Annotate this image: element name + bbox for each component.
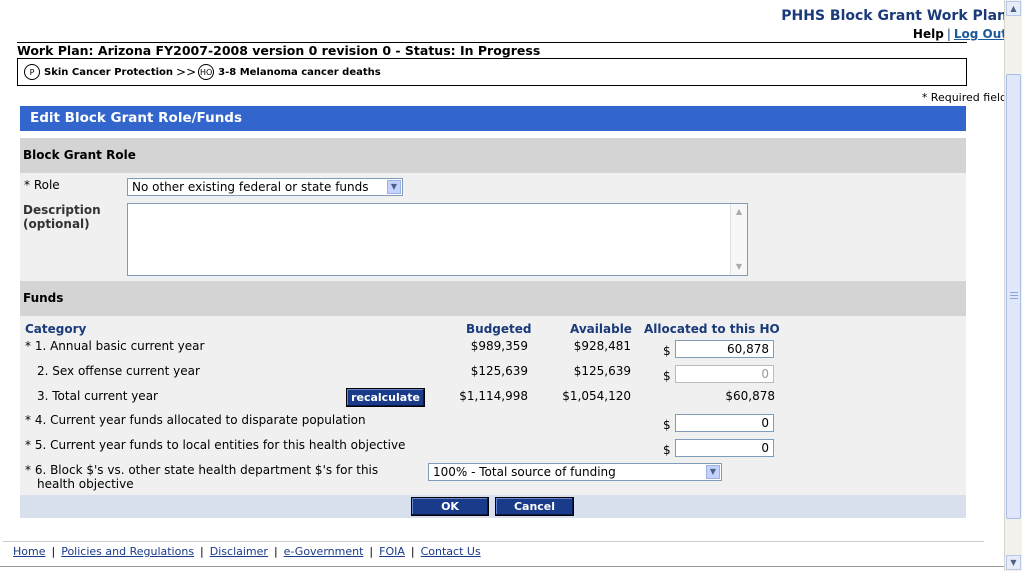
edit-form: Block Grant Role * Role No other existin… bbox=[20, 138, 966, 518]
footer-separator: | bbox=[410, 545, 415, 558]
role-select[interactable]: No other existing federal or state funds… bbox=[127, 178, 403, 196]
footer-separator: | bbox=[369, 545, 374, 558]
footer-link-policies[interactable]: Policies and Regulations bbox=[61, 545, 194, 558]
scroll-thumb[interactable] bbox=[1006, 74, 1021, 519]
cancel-button[interactable]: Cancel bbox=[495, 497, 574, 516]
row-6-label-line2: health objective bbox=[37, 477, 134, 491]
row-3-available: $1,054,120 bbox=[562, 389, 631, 403]
ok-button[interactable]: OK bbox=[411, 497, 489, 516]
workplan-title: Work Plan: Arizona FY2007-2008 version 0… bbox=[17, 42, 967, 59]
textarea-scrollbar[interactable]: ▲ ▼ bbox=[730, 204, 747, 275]
arrow-up-icon[interactable]: ▲ bbox=[733, 206, 745, 218]
row-5-label: * 5. Current year funds to local entitie… bbox=[25, 438, 406, 452]
block-grant-role-header: Block Grant Role bbox=[20, 138, 966, 173]
arrow-down-icon[interactable]: ▼ bbox=[1006, 555, 1021, 570]
footer-divider bbox=[3, 541, 984, 542]
app-title: PHHS Block Grant Work Plan bbox=[781, 8, 1007, 24]
row-1-currency: $ bbox=[663, 344, 671, 358]
breadcrumb-objective: 3-8 Melanoma cancer deaths bbox=[218, 66, 381, 78]
row-3-label: 3. Total current year bbox=[37, 389, 158, 403]
row-4-currency: $ bbox=[663, 418, 671, 432]
description-textarea[interactable]: ▲ ▼ bbox=[127, 203, 748, 276]
footer-link-home[interactable]: Home bbox=[13, 545, 45, 558]
row-3-budgeted: $1,114,998 bbox=[459, 389, 528, 403]
allocated-column-header: Allocated to this HO bbox=[644, 322, 780, 336]
row-4-label: * 4. Current year funds allocated to dis… bbox=[25, 413, 366, 427]
category-column-header: Category bbox=[25, 322, 87, 336]
row-6-label: * 6. Block $'s vs. other state health de… bbox=[25, 463, 379, 477]
funding-source-value: 100% - Total source of funding bbox=[433, 465, 616, 479]
arrow-up-icon[interactable]: ▲ bbox=[1006, 1, 1021, 16]
role-select-value: No other existing federal or state funds bbox=[132, 180, 369, 194]
row-2-allocated-input: 0 bbox=[675, 365, 774, 383]
button-bar: OK Cancel bbox=[20, 495, 966, 518]
chevron-down-icon[interactable]: ▼ bbox=[387, 180, 401, 194]
row-3-allocated: $60,878 bbox=[725, 389, 775, 403]
description-optional-label: (optional) bbox=[23, 217, 90, 231]
budgeted-column-header: Budgeted bbox=[466, 322, 532, 336]
window-bottom-edge bbox=[0, 566, 1004, 567]
footer-link-egovernment[interactable]: e-Government bbox=[284, 545, 364, 558]
footer-link-contact[interactable]: Contact Us bbox=[421, 545, 481, 558]
footer-separator: | bbox=[273, 545, 278, 558]
row-1-allocated-input[interactable]: 60,878 bbox=[675, 340, 774, 358]
link-separator: | bbox=[946, 27, 951, 41]
funding-source-select[interactable]: 100% - Total source of funding ▼ bbox=[428, 463, 722, 481]
funds-header: Funds bbox=[20, 281, 966, 316]
footer: Home | Policies and Regulations | Disclaimer… bbox=[13, 545, 481, 558]
footer-separator: | bbox=[200, 545, 204, 558]
row-1-available: $928,481 bbox=[573, 339, 631, 353]
footer-link-foia[interactable]: FOIA bbox=[379, 545, 405, 558]
row-5-currency: $ bbox=[663, 443, 671, 457]
available-column-header: Available bbox=[570, 322, 632, 336]
row-2-currency: $ bbox=[663, 369, 671, 383]
page-scrollbar[interactable]: ▲ ▼ bbox=[1004, 0, 1022, 571]
breadcrumb: P Skin Cancer Protection >> HO 3-8 Melan… bbox=[17, 58, 967, 86]
row-2-available: $125,639 bbox=[573, 364, 631, 378]
chevron-down-icon[interactable]: ▼ bbox=[706, 465, 720, 479]
scroll-grip-line bbox=[1010, 295, 1018, 296]
description-label: Description bbox=[23, 203, 101, 217]
section-title: Edit Block Grant Role/Funds bbox=[20, 106, 966, 131]
help-link[interactable]: Help bbox=[913, 27, 944, 41]
row-4-allocated-input[interactable]: 0 bbox=[675, 414, 774, 432]
scroll-grip-line bbox=[1010, 298, 1018, 299]
health-objective-icon: HO bbox=[198, 64, 215, 80]
logout-link[interactable]: Log Out bbox=[954, 27, 1007, 41]
scroll-grip-line bbox=[1010, 292, 1018, 293]
row-2-label: 2. Sex offense current year bbox=[37, 364, 200, 378]
row-2-budgeted: $125,639 bbox=[470, 364, 528, 378]
footer-separator: | bbox=[51, 545, 56, 558]
browser-window: PHHS Block Grant Work Plan Help | Log Out … bbox=[0, 0, 1024, 571]
program-icon: P bbox=[24, 64, 40, 80]
required-note: * Required field bbox=[921, 91, 1007, 104]
breadcrumb-arrow: >> bbox=[176, 65, 197, 79]
row-1-label: * 1. Annual basic current year bbox=[25, 339, 205, 353]
breadcrumb-program: Skin Cancer Protection bbox=[44, 66, 174, 78]
arrow-down-icon[interactable]: ▼ bbox=[733, 261, 745, 273]
footer-link-disclaimer[interactable]: Disclaimer bbox=[210, 545, 268, 558]
top-links: Help | Log Out bbox=[913, 27, 1007, 41]
recalculate-button[interactable]: recalculate bbox=[346, 388, 425, 407]
row-1-budgeted: $989,359 bbox=[470, 339, 528, 353]
role-label: * Role bbox=[24, 178, 60, 192]
row-5-allocated-input[interactable]: 0 bbox=[675, 439, 774, 457]
